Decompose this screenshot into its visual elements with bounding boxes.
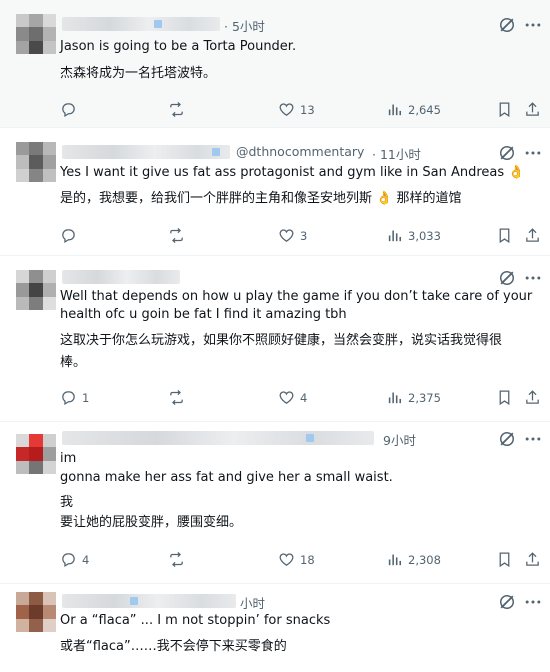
post-text: im: [60, 451, 77, 466]
reply-button[interactable]: 4: [60, 551, 89, 568]
grok-icon[interactable]: [497, 268, 517, 288]
like-count: 18: [300, 552, 315, 567]
reply-post[interactable]: · 5小时 Jason is going to be a Torta Pound…: [0, 0, 550, 128]
reply-icon: [62, 391, 75, 406]
avatar[interactable]: [16, 434, 56, 474]
blurred-username[interactable]: [62, 270, 180, 284]
more-options-icon[interactable]: [523, 429, 543, 449]
more-options-icon[interactable]: [523, 143, 543, 163]
post-time[interactable]: · 5小时: [224, 16, 265, 35]
bookmark-icon[interactable]: [496, 551, 513, 572]
blurred-username[interactable]: [62, 594, 236, 608]
reply-post[interactable]: 小时 Or a “flaca” ... I m not stoppin’ for…: [0, 584, 550, 672]
reply-count: 1: [82, 390, 90, 405]
views-count: 2,308: [408, 552, 441, 567]
grok-icon[interactable]: [497, 143, 517, 163]
share-icon[interactable]: [524, 389, 541, 410]
reply-post[interactable]: Well that depends on how u play the game…: [0, 256, 550, 422]
share-icon[interactable]: [524, 551, 541, 572]
views-icon: [388, 392, 402, 404]
blurred-username[interactable]: [62, 17, 220, 31]
post-translation: 要让她的屁股变胖，腰围变细。: [60, 515, 243, 530]
post-text: health ofc u goin be fat I find it amazi…: [60, 307, 347, 322]
views-button[interactable]: 2,375: [386, 389, 441, 406]
retweet-icon[interactable]: [168, 101, 185, 122]
post-time[interactable]: 9小时: [383, 430, 416, 449]
reply-post[interactable]: @dthnocommentary · 11小时 Yes I want it gi…: [0, 128, 550, 256]
heart-icon: [279, 553, 294, 566]
like-button[interactable]: 13: [278, 101, 315, 118]
retweet-icon[interactable]: [168, 227, 185, 248]
reply-icon: [62, 553, 75, 568]
share-icon[interactable]: [524, 227, 541, 248]
blurred-username[interactable]: [62, 145, 230, 159]
like-count: 3: [300, 228, 308, 243]
post-handle[interactable]: @dthnocommentary: [236, 144, 364, 159]
views-button[interactable]: 3,033: [386, 227, 441, 244]
bookmark-icon[interactable]: [496, 389, 513, 410]
more-options-icon[interactable]: [523, 15, 543, 35]
post-text: Jason is going to be a Torta Pounder.: [60, 39, 297, 54]
heart-icon: [279, 229, 294, 242]
bookmark-icon[interactable]: [496, 101, 513, 122]
reply-post[interactable]: 9小时 im gonna make her ass fat and give h…: [0, 422, 550, 584]
grok-icon[interactable]: [497, 592, 517, 612]
views-count: 2,375: [408, 390, 441, 405]
share-icon[interactable]: [524, 101, 541, 122]
views-count: 2,645: [408, 102, 441, 117]
like-count: 13: [300, 102, 315, 117]
post-translation: 棒。: [60, 355, 87, 370]
post-time[interactable]: · 11小时: [372, 144, 421, 163]
post-text: Well that depends on how u play the game…: [60, 289, 533, 304]
retweet-icon[interactable]: [168, 389, 185, 410]
bookmark-icon[interactable]: [496, 227, 513, 248]
avatar[interactable]: [16, 142, 56, 182]
post-text: Or a “flaca” ... I m not stoppin’ for sn…: [60, 613, 331, 628]
avatar[interactable]: [16, 270, 56, 310]
post-translation: 这取决于你怎么玩游戏，如果你不照顾好健康，当然会变胖，说实话我觉得很: [60, 333, 503, 348]
post-translation: 我: [60, 495, 74, 510]
post-time[interactable]: 小时: [240, 593, 265, 612]
views-icon: [388, 104, 402, 116]
heart-icon: [279, 103, 294, 116]
like-button[interactable]: 18: [278, 551, 315, 568]
views-count: 3,033: [408, 228, 441, 243]
like-button[interactable]: 4: [278, 389, 307, 406]
more-options-icon[interactable]: [523, 268, 543, 288]
post-translation: 或者“flaca”……我不会停下来买零食的: [60, 639, 287, 654]
avatar[interactable]: [16, 592, 56, 632]
reply-button[interactable]: 1: [60, 389, 89, 406]
views-button[interactable]: 2,645: [386, 101, 441, 118]
grok-icon[interactable]: [497, 429, 517, 449]
post-translation: 杰森将成为一名托塔波特。: [60, 66, 217, 81]
reply-icon[interactable]: [60, 227, 77, 248]
reply-count: 4: [82, 552, 90, 567]
retweet-icon[interactable]: [168, 551, 185, 572]
grok-icon[interactable]: [497, 15, 517, 35]
more-options-icon[interactable]: [523, 592, 543, 612]
views-icon: [388, 230, 402, 242]
heart-icon: [279, 391, 294, 404]
post-translation: 是的，我想要，给我们一个胖胖的主角和像圣安地列斯 👌 那样的道馆: [60, 191, 462, 206]
post-text: gonna make her ass fat and give her a sm…: [60, 470, 393, 485]
post-text: Yes I want it give us fat ass protagonis…: [60, 165, 525, 180]
like-button[interactable]: 3: [278, 227, 307, 244]
blurred-username[interactable]: [62, 431, 374, 445]
like-count: 4: [300, 390, 308, 405]
avatar[interactable]: [16, 14, 56, 54]
reply-icon[interactable]: [60, 101, 77, 122]
views-icon: [388, 554, 402, 566]
views-button[interactable]: 2,308: [386, 551, 441, 568]
